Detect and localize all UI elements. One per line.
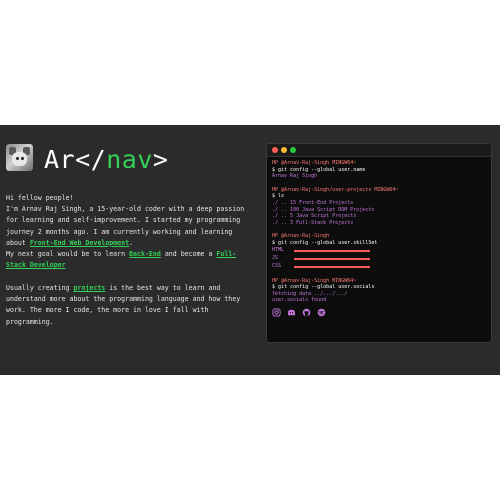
ls-item: ./ .. 15 Front-End Projects <box>272 199 354 206</box>
prompt-line: HP @Arnav-Raj-Singh MINGW64~ <box>272 160 357 166</box>
skill-fill <box>294 249 370 252</box>
skill-fill <box>294 257 370 260</box>
logo-right: > <box>152 145 169 174</box>
goal-text-1: My next goal would be to learn <box>6 250 130 259</box>
skill-label: CSS <box>272 263 282 270</box>
intro-paragraph: I'm Arnav Raj Singh, a 15-year-old coder… <box>6 204 254 249</box>
output-line: fetching data ../.../.../ <box>272 290 348 297</box>
skill-fill <box>294 265 370 268</box>
output-line: Arnav Raj Singh <box>272 173 318 180</box>
skill-bar <box>294 249 370 252</box>
intro-text: Hi fellow people! I'm Arnav Raj Singh, a… <box>6 193 254 271</box>
skill-label: HTML <box>272 247 285 254</box>
github-icon[interactable] <box>302 308 311 317</box>
terminal-body: HP @Arnav-Raj-Singh MINGW64~ $ git confi… <box>267 157 491 320</box>
goal-text-2: and become a <box>160 250 217 259</box>
skill-label: JS <box>272 255 279 262</box>
link-frontend[interactable]: Front-End Web Development <box>30 239 129 247</box>
prompt-line: HP @Arnav-Raj-Singh MINGW64~ <box>272 277 357 284</box>
command-line: $ git config --global user.socials <box>272 284 375 291</box>
command-line: $ git config --global user.name <box>272 166 366 173</box>
link-projects[interactable]: projects <box>74 284 106 292</box>
discord-icon[interactable] <box>287 308 296 317</box>
skill-row: JS <box>272 255 486 263</box>
projects-text-1: Usually creating <box>6 284 74 292</box>
maximize-dot-icon[interactable] <box>290 147 296 153</box>
skill-bar <box>294 265 370 268</box>
close-dot-icon[interactable] <box>272 147 278 153</box>
intro-text-2: . <box>129 238 134 247</box>
site-logo[interactable]: Ar</nav> <box>44 145 168 175</box>
ls-item: ./ .. 100 Java Script DOM Projects <box>272 206 375 213</box>
goal-paragraph: My next goal would be to learn Back-End … <box>6 249 254 271</box>
ls-item: ./ .. 3 Full-Stack Projects <box>272 219 354 226</box>
social-icons <box>272 308 486 317</box>
prompt-line: HP @Arnav-Raj-Singh/user-projects MINGW6… <box>272 186 399 193</box>
link-backend[interactable]: Back-End <box>129 250 161 258</box>
prompt-line: HP @Arnav-Raj-Singh <box>272 233 330 240</box>
logo-mid: nav <box>106 145 153 174</box>
minimize-dot-icon[interactable] <box>281 147 287 153</box>
logo-left: Ar</ <box>44 145 107 174</box>
terminal-titlebar <box>267 144 491 157</box>
projects-paragraph: Usually creating projects is the best wa… <box>6 283 254 328</box>
avatar <box>6 144 33 171</box>
instagram-icon[interactable] <box>272 308 281 317</box>
ls-item: ./ .. 5 Java Script Projects <box>272 213 357 220</box>
command-line: $ git config --global user.skillSet <box>272 239 378 246</box>
output-line: user.socials found <box>272 297 327 304</box>
skill-bar <box>294 257 370 260</box>
skill-row: HTML <box>272 247 486 255</box>
command-line: $ ls <box>272 193 285 200</box>
terminal-window: HP @Arnav-Raj-Singh MINGW64~ $ git confi… <box>266 143 492 343</box>
skill-row: CSS <box>272 263 486 271</box>
spotify-icon[interactable] <box>317 308 326 317</box>
greeting: Hi fellow people! <box>6 194 74 202</box>
